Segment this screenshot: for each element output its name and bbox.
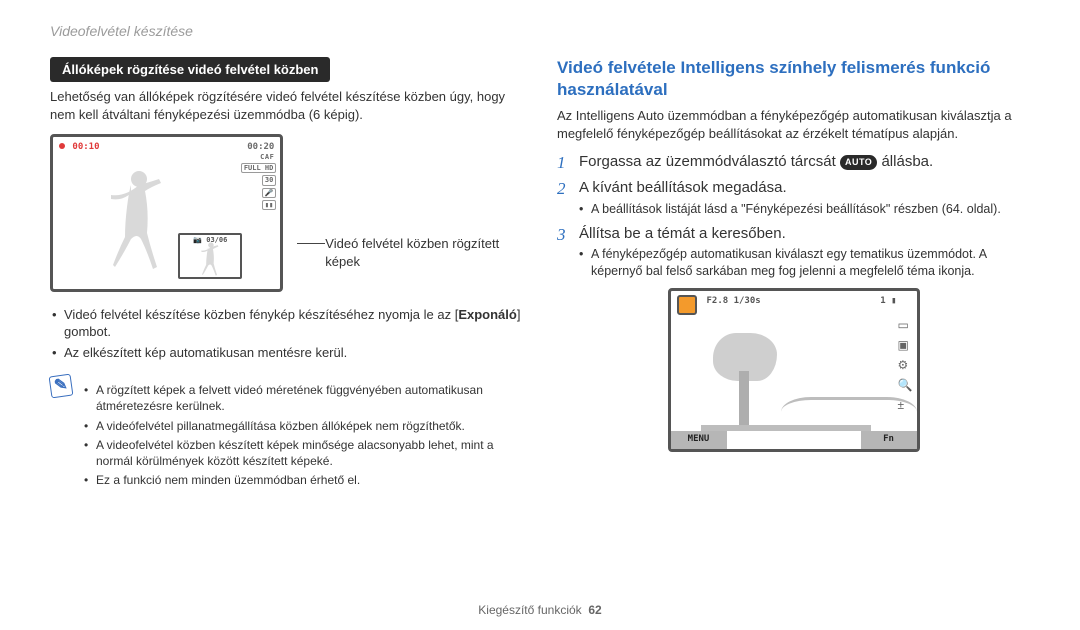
tree-trunk xyxy=(739,371,749,429)
fullhd-badge: FULL HD xyxy=(241,163,277,173)
instruction-list: Videó felvétel készítése közben fénykép … xyxy=(50,306,523,362)
intro-text: Lehetőség van állóképek rögzítésére vide… xyxy=(50,88,523,123)
section-intro: Az Intelligens Auto üzemmódban a fénykép… xyxy=(557,107,1030,142)
step-subitem: A beállítások listáját lásd a "Fényképez… xyxy=(579,201,1030,218)
note-item: A videófelvétel pillanatmegállítása közb… xyxy=(82,418,519,434)
step-item: Forgassa az üzemmódválasztó tárcsát AUTO… xyxy=(557,152,1030,172)
note-item: Ez a funkció nem minden üzemmódban érhet… xyxy=(82,472,519,488)
fps-badge: 30 xyxy=(262,175,276,185)
fn-button[interactable]: Fn xyxy=(861,431,917,449)
menu-button[interactable]: MENU xyxy=(671,431,727,449)
step-subitem: A fényképezőgép automatikusan kiválaszt … xyxy=(579,246,1030,280)
shot-count: 1 ▮ xyxy=(880,295,896,307)
lcd-preview-video: 00:10 00:20 CAF FULL HD 30 🎤 ▮▮ xyxy=(50,134,283,292)
battery-icon: ▭ xyxy=(898,317,913,333)
instruction-item: Videó felvétel készítése közben fénykép … xyxy=(50,306,523,341)
mic-badge: 🎤 xyxy=(262,188,277,198)
battery-badge: ▮▮ xyxy=(262,200,276,210)
instruction-item: Az elkészített kép automatikusan mentésr… xyxy=(50,344,523,362)
note-item: A rögzített képek a felvett videó méreté… xyxy=(82,382,519,414)
exposure-readout: F2.8 1/30s xyxy=(707,295,761,307)
step-item: Állítsa be a témát a keresőben. A fényké… xyxy=(557,224,1030,280)
note-icon: ✎ xyxy=(49,374,74,399)
breadcrumb: Videofelvétel készítése xyxy=(50,22,1030,41)
rec-indicator: 00:10 xyxy=(59,142,100,152)
step-list: Forgassa az üzemmódválasztó tárcsát AUTO… xyxy=(557,152,1030,279)
skater-illustration xyxy=(101,167,171,277)
left-column: Állóképek rögzítése videó felvétel közbe… xyxy=(50,57,523,499)
section-header: Állóképek rögzítése videó felvétel közbe… xyxy=(50,57,330,83)
af-icon: ▣ xyxy=(898,337,913,353)
lcd-preview-scene: F2.8 1/30s 1 ▮ ▭ ▣ ⚙ 🔍 ± MENU Fn xyxy=(668,288,920,452)
caf-badge: CAF xyxy=(258,153,276,161)
auto-chip: AUTO xyxy=(840,155,877,170)
hill-line xyxy=(781,397,917,427)
note-box: ✎ A rögzített képek a felvett videó mére… xyxy=(50,367,523,499)
section-title: Videó felvétele Intelligens színhely fel… xyxy=(557,57,1030,101)
page-footer: Kiegészítő funkciók 62 xyxy=(0,602,1080,618)
callout-label: Videó felvétel közben rögzített képek xyxy=(325,235,523,270)
note-item: A videofelvétel közben készített képek m… xyxy=(82,437,519,469)
limit-time: 00:20 xyxy=(247,141,274,153)
step-item: A kívánt beállítások megadása. A beállít… xyxy=(557,178,1030,217)
captured-thumb: 📷 03/06 xyxy=(178,233,242,279)
flash-icon: ⚙ xyxy=(898,357,913,373)
zoom-icon: 🔍 xyxy=(898,377,913,393)
right-column: Videó felvétele Intelligens színhely fel… xyxy=(557,57,1030,499)
callout-line xyxy=(297,243,325,244)
